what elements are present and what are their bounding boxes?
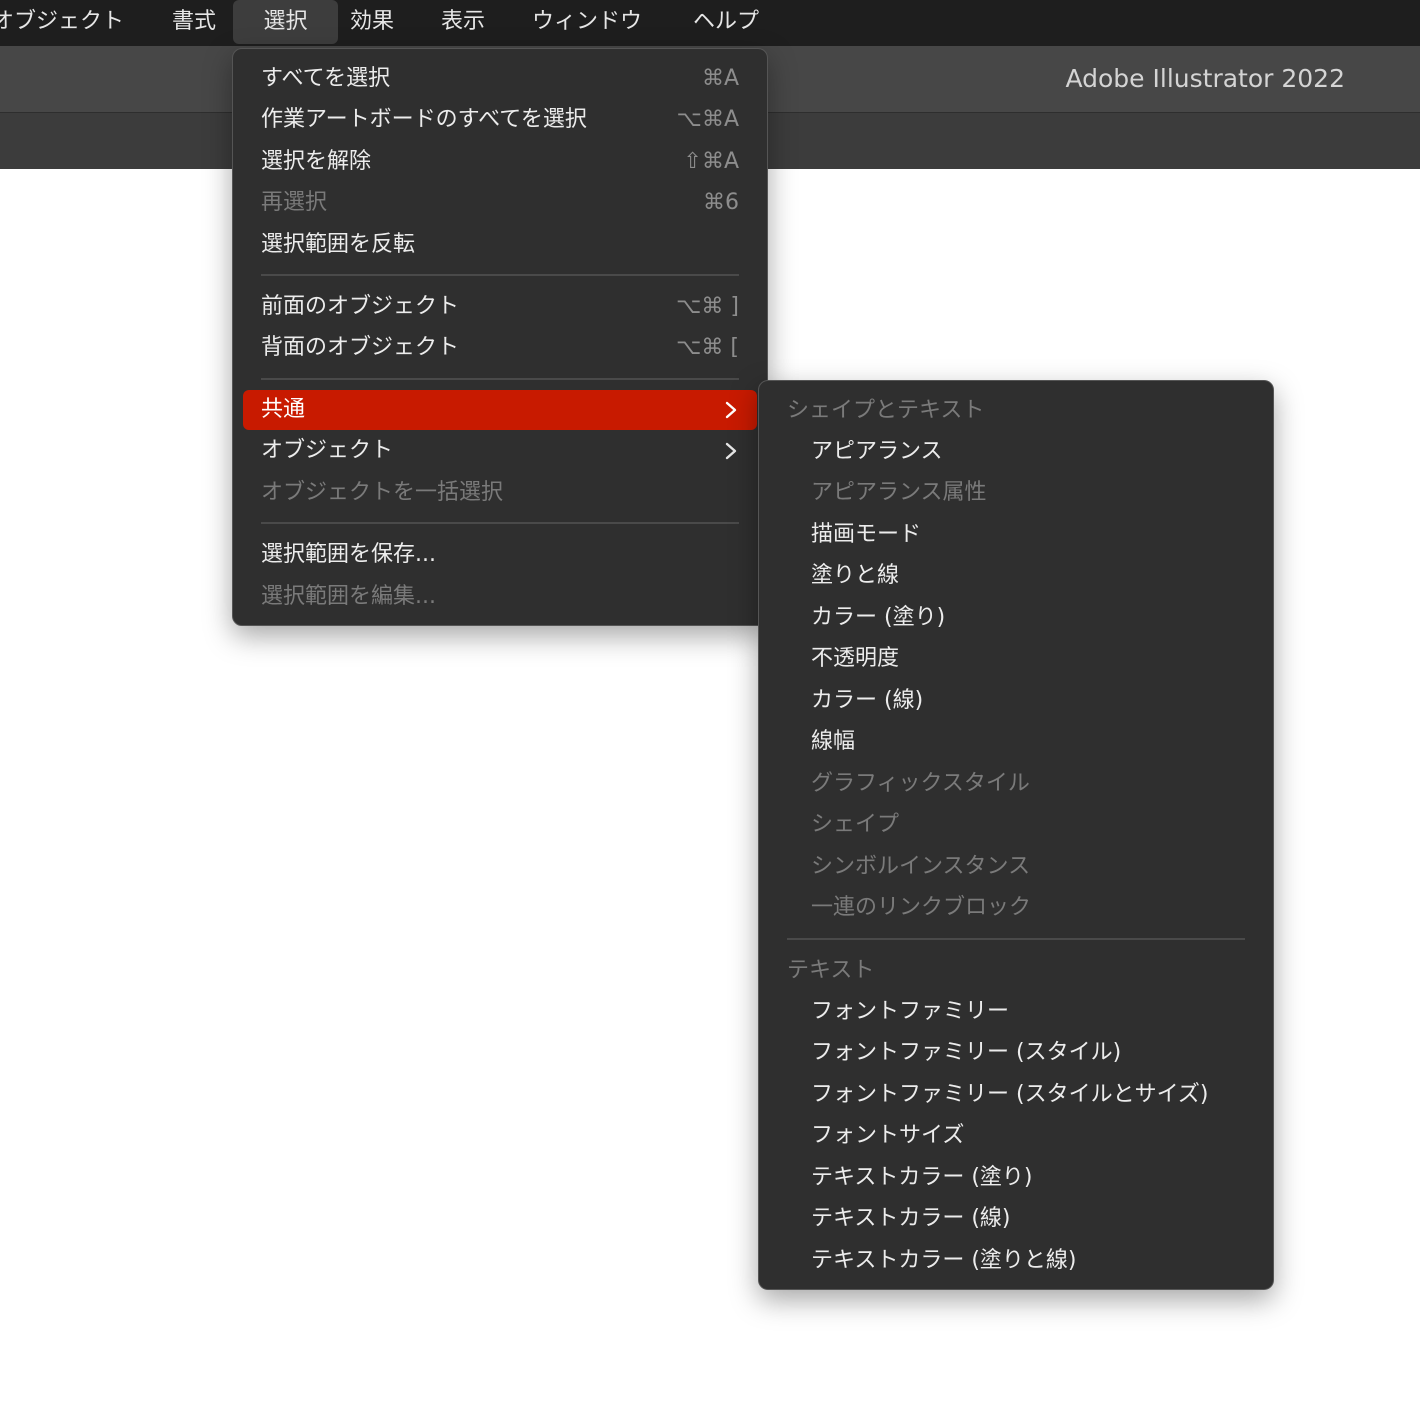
common-submenu: シェイプとテキスト アピアランス アピアランス属性 描画モード 塗りと線 カラー… [758,380,1274,1290]
submenu-item-fill-stroke[interactable]: 塗りと線 [769,556,1263,596]
submenu-item-font-family-style[interactable]: フォントファミリー (スタイル) [769,1033,1263,1073]
menu-separator [261,378,739,380]
menu-item-label: 不透明度 [811,646,900,671]
submenu-item-shape[interactable]: シェイプ [769,805,1263,845]
shortcut-label: ⌥⌘ ] [676,294,739,319]
menu-item-label: 選択範囲を編集... [261,584,436,609]
menu-item-label: 一連のリンクブロック [811,895,1032,920]
menu-item-object[interactable]: オブジェクト [243,431,757,471]
menu-item-label: すべてを選択 [261,66,391,91]
menu-item-same[interactable]: 共通 [243,390,757,430]
menu-item-label: 選択を解除 [261,149,372,174]
shortcut-label: ⌘A [701,66,739,91]
shortcut-label: ⌘6 [703,190,739,215]
menu-item-label: テキストカラー (線) [811,1206,1011,1231]
menu-item-label: 選択範囲を反転 [261,232,416,257]
menu-item-label: 線幅 [811,729,856,754]
menu-item-label: 共通 [261,397,306,422]
submenu-item-stroke-color[interactable]: カラー (線) [769,681,1263,721]
menu-item-label: テキストカラー (塗りと線) [811,1248,1077,1273]
submenu-item-text-fill-color[interactable]: テキストカラー (塗り) [769,1158,1263,1198]
menu-item-reselect[interactable]: 再選択 ⌘6 [243,183,757,223]
menu-item-label: アピアランス属性 [811,480,987,505]
menu-help[interactable]: ヘルプ [693,0,759,44]
menu-item-next-object-below[interactable]: 背面のオブジェクト ⌥⌘ [ [243,328,757,368]
menu-item-inverse[interactable]: 選択範囲を反転 [243,225,757,265]
submenu-item-symbol-instance[interactable]: シンボルインスタンス [769,847,1263,887]
menu-item-label: 再選択 [261,190,328,215]
menu-item-label: 作業アートボードのすべてを選択 [261,107,587,132]
menu-effect[interactable]: 効果 [350,0,394,44]
submenu-item-text-fill-stroke-color[interactable]: テキストカラー (塗りと線) [769,1241,1263,1281]
submenu-item-font-family[interactable]: フォントファミリー [769,992,1263,1032]
menu-window[interactable]: ウィンドウ [532,0,642,44]
submenu-item-text-stroke-color[interactable]: テキストカラー (線) [769,1199,1263,1239]
submenu-item-blending-mode[interactable]: 描画モード [769,515,1263,555]
shortcut-label: ⌥⌘A [676,107,739,132]
menu-item-label: 描画モード [811,522,922,547]
menu-item-label: オブジェクトを一括選択 [261,480,504,505]
shortcut-label: ⇧⌘A [683,149,739,174]
menu-item-label: 選択範囲を保存... [261,542,436,567]
menu-item-label: カラー (塗り) [811,605,946,630]
menu-item-label: フォントファミリー (スタイル) [811,1040,1122,1065]
menu-item-label: フォントファミリー [811,999,1010,1024]
menu-item-save-selection[interactable]: 選択範囲を保存... [243,535,757,575]
submenu-item-fill-color[interactable]: カラー (塗り) [769,598,1263,638]
menu-item-label: テキストカラー (塗り) [811,1165,1033,1190]
submenu-item-opacity[interactable]: 不透明度 [769,639,1263,679]
menu-item-label: カラー (線) [811,688,924,713]
select-menu: すべてを選択 ⌘A 作業アートボードのすべてを選択 ⌥⌘A 選択を解除 ⇧⌘A … [232,48,768,626]
menu-separator [787,938,1245,940]
menu-item-label: オブジェクト [261,438,394,463]
submenu-item-appearance-attribute[interactable]: アピアランス属性 [769,473,1263,513]
menu-item-label: 塗りと線 [811,563,900,588]
app-title: Adobe Illustrator 2022 [1065,64,1345,93]
menu-item-label: フォントサイズ [811,1123,965,1148]
menu-item-label: 前面のオブジェクト [261,294,460,319]
menu-select[interactable]: 選択 [233,0,338,44]
menu-item-select-all-artboard[interactable]: 作業アートボードのすべてを選択 ⌥⌘A [243,100,757,140]
menu-item-next-object-above[interactable]: 前面のオブジェクト ⌥⌘ ] [243,287,757,327]
menu-object[interactable]: オブジェクト [0,0,124,44]
submenu-item-font-size[interactable]: フォントサイズ [769,1116,1263,1156]
section-header-text: テキスト [787,958,875,983]
chevron-right-icon [725,401,737,419]
section-header-shape-text: シェイプとテキスト [787,398,985,423]
menu-item-select-all-objects[interactable]: オブジェクトを一括選択 [243,473,757,513]
submenu-item-graphic-style[interactable]: グラフィックスタイル [769,764,1263,804]
submenu-item-font-family-style-size[interactable]: フォントファミリー (スタイルとサイズ) [769,1075,1263,1115]
menu-type[interactable]: 書式 [172,0,216,44]
chevron-right-icon [725,442,737,460]
submenu-item-appearance[interactable]: アピアランス [769,432,1263,472]
submenu-item-stroke-weight[interactable]: 線幅 [769,722,1263,762]
menu-item-label: 背面のオブジェクト [261,335,460,360]
menu-separator [261,274,739,276]
menu-item-label: アピアランス [811,439,943,464]
menu-item-label: シンボルインスタンス [811,854,1031,879]
menu-item-select-all[interactable]: すべてを選択 ⌘A [243,59,757,99]
menu-item-deselect[interactable]: 選択を解除 ⇧⌘A [243,142,757,182]
menu-item-edit-selection[interactable]: 選択範囲を編集... [243,577,757,617]
menu-item-label: グラフィックスタイル [811,771,1030,796]
menu-separator [261,522,739,524]
submenu-item-link-block-series[interactable]: 一連のリンクブロック [769,888,1263,928]
shortcut-label: ⌥⌘ [ [676,335,739,360]
menu-view[interactable]: 表示 [441,0,485,44]
menu-item-label: シェイプ [811,812,900,837]
menu-bar: オブジェクト 書式 選択 効果 表示 ウィンドウ ヘルプ [0,0,1420,46]
menu-item-label: フォントファミリー (スタイルとサイズ) [811,1082,1209,1107]
